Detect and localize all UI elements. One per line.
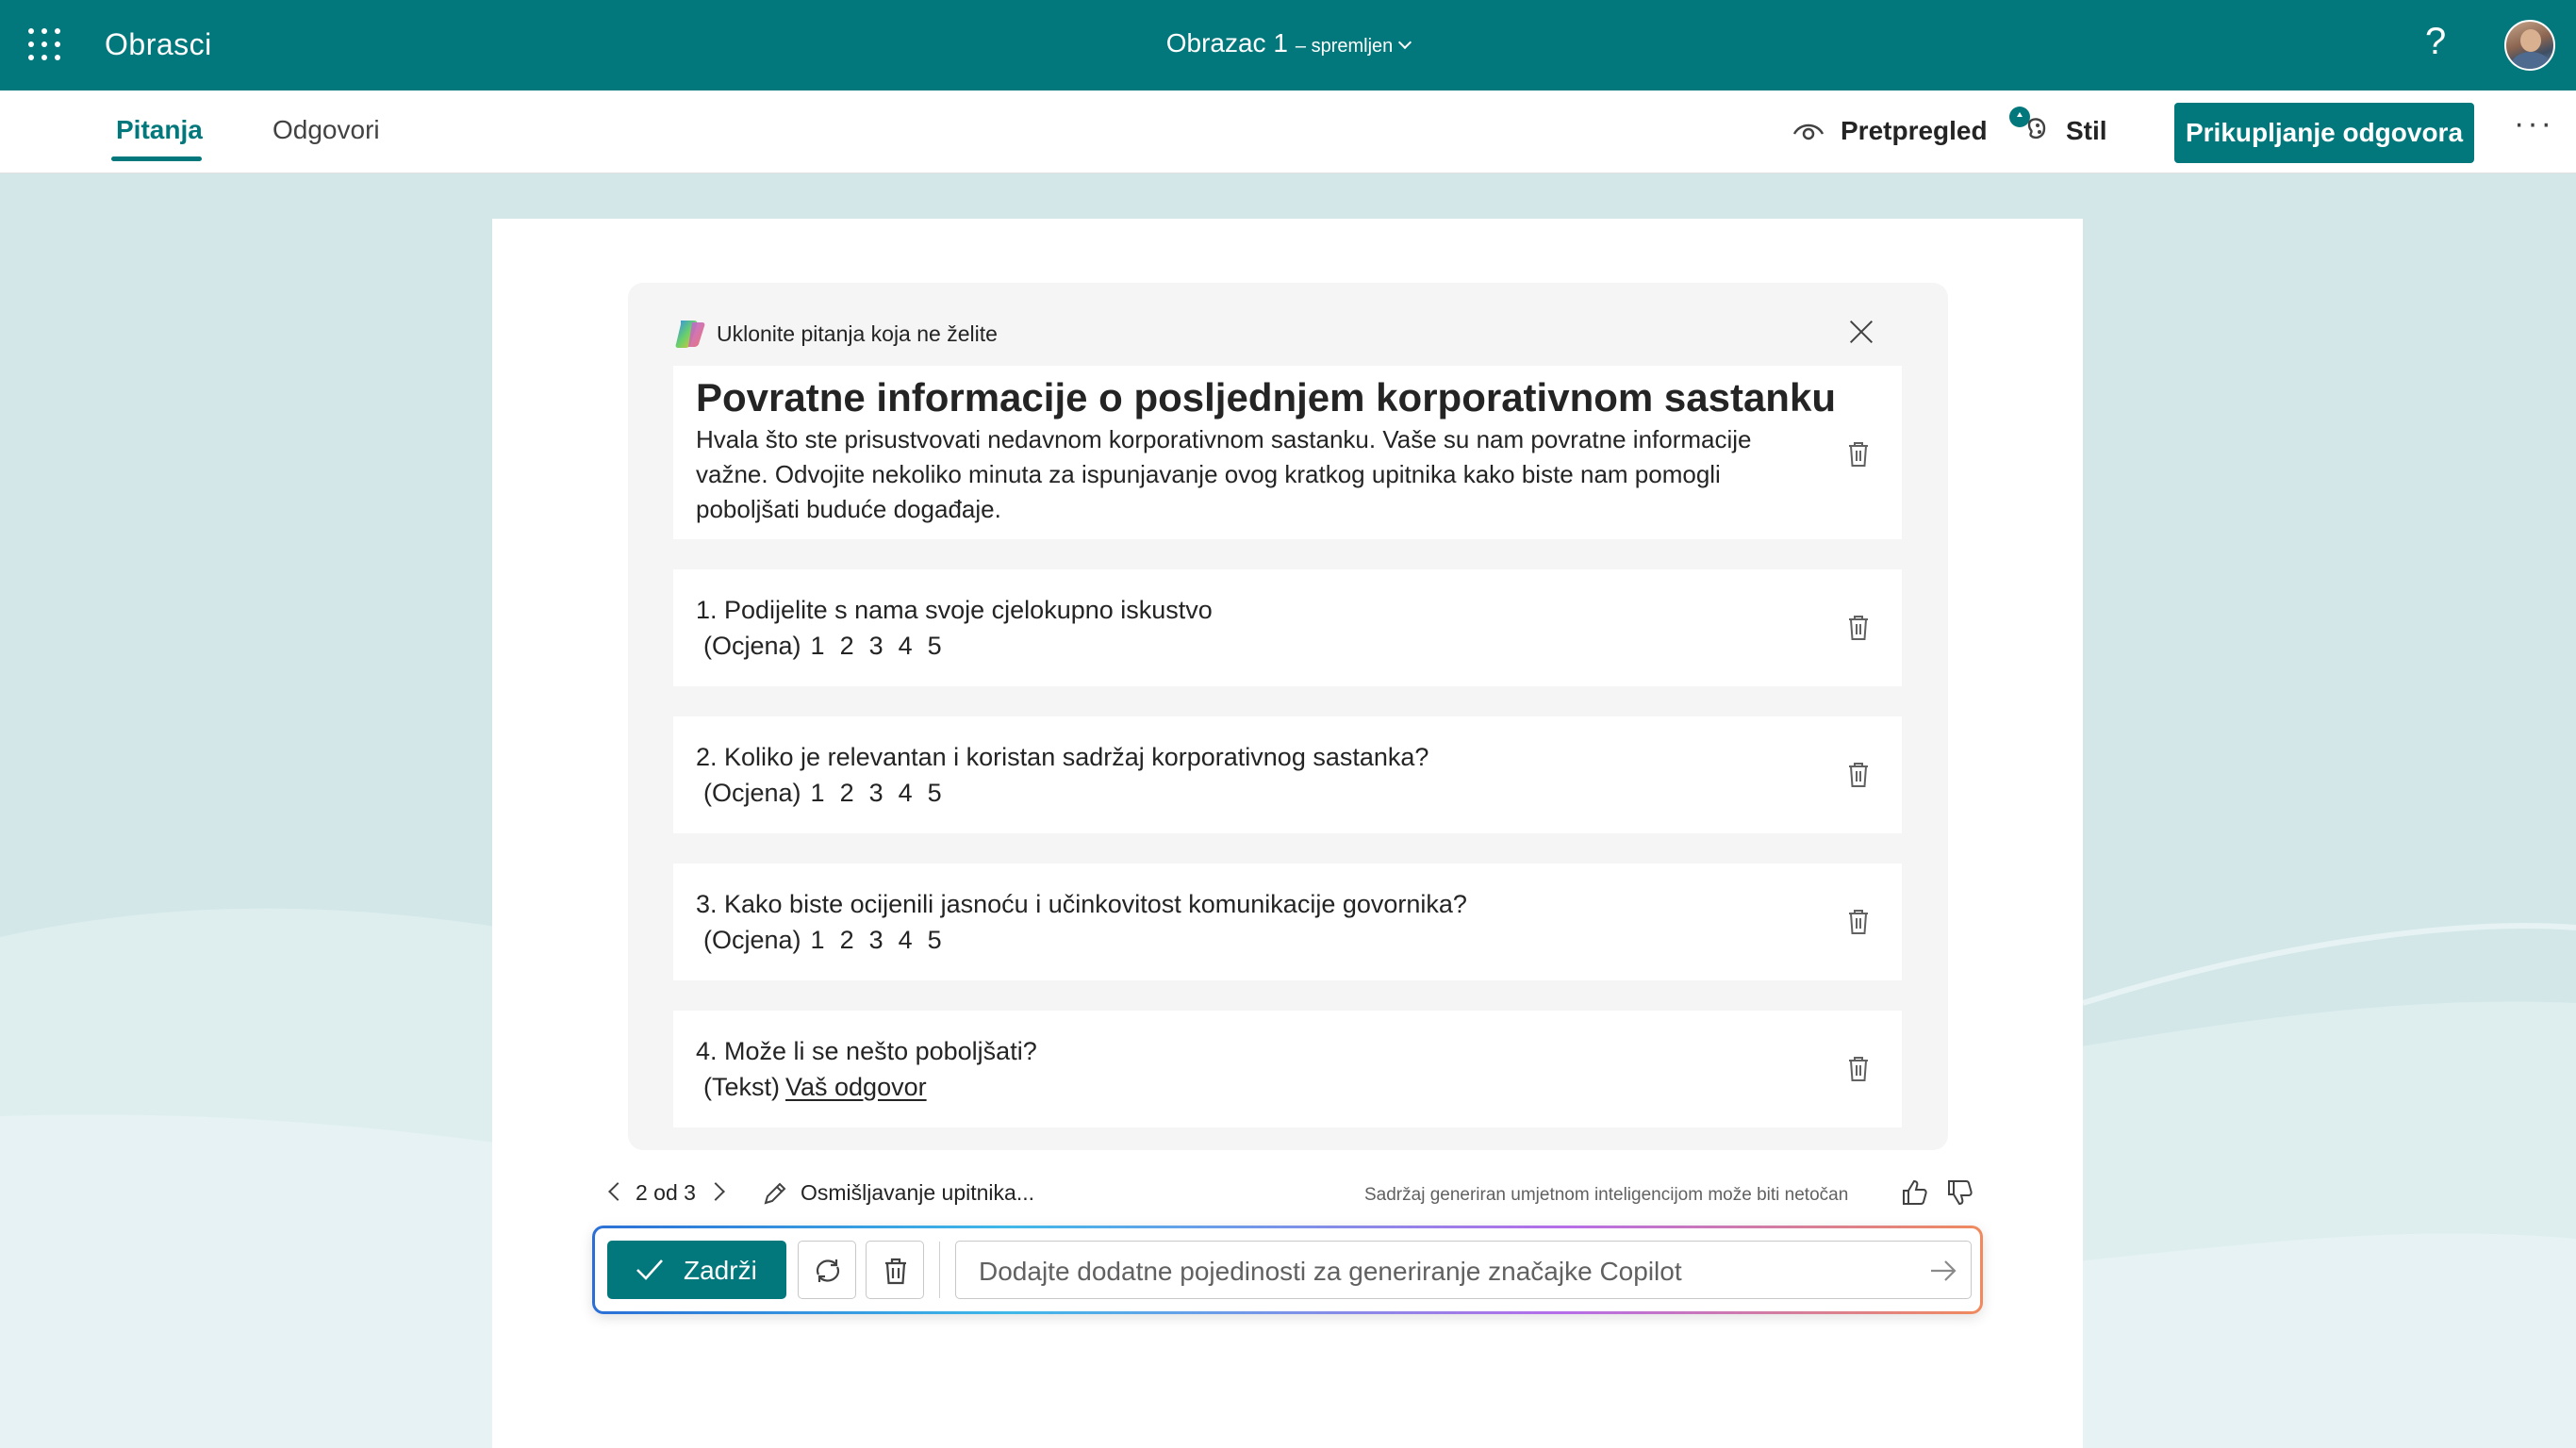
preview-button[interactable]: Pretpregled: [1841, 116, 1988, 146]
rating-option: 5: [927, 779, 942, 807]
copilot-header: Uklonite pitanja koja ne želite: [673, 317, 998, 351]
palette-icon[interactable]: [2006, 106, 2052, 145]
checkmark-icon: [636, 1259, 663, 1280]
eye-icon[interactable]: [1792, 121, 1825, 141]
question-text: 4. Može li se nešto poboljšati?: [696, 1037, 1037, 1065]
more-options-icon[interactable]: ···: [2514, 106, 2554, 142]
question-type-row: (Ocjena) 1 2 3 4 5: [703, 926, 942, 955]
question-type-label: (Ocjena): [703, 632, 801, 660]
thumbs-down-icon[interactable]: [1946, 1178, 1974, 1207]
question-type-row: (Tekst) Vaš odgovor: [703, 1073, 927, 1102]
prompt-placeholder: Dodajte dodatne pojedinosti za generiran…: [979, 1257, 1682, 1286]
question-type-label: (Ocjena): [703, 926, 801, 954]
document-title-text: Obrazac 1: [1165, 28, 1288, 58]
regenerate-button[interactable]: [798, 1241, 856, 1299]
style-button[interactable]: Stil: [2066, 116, 2107, 146]
send-arrow-icon[interactable]: [1929, 1259, 1957, 1283]
collect-responses-button[interactable]: Prikupljanje odgovora: [2174, 103, 2474, 163]
form-toolbar: Pitanja Odgovori Pretpregled Stil Prikup…: [0, 90, 2576, 173]
copilot-compose-bar: Zadrži Dodajte dodatne pojedinosti za ge…: [592, 1226, 1983, 1314]
rating-option: 5: [927, 632, 942, 660]
active-tab-indicator: [111, 156, 202, 161]
rating-option: 1: [810, 926, 825, 954]
discard-button[interactable]: [866, 1241, 924, 1299]
compose-inner: Zadrži Dodajte dodatne pojedinosti za ge…: [595, 1228, 1980, 1311]
question-type-label: (Ocjena): [703, 779, 801, 807]
question-item: 2. Koliko je relevantan i koristan sadrž…: [673, 716, 1902, 833]
answer-placeholder: Vaš odgovor: [785, 1073, 927, 1101]
app-header: Obrasci Obrazac 1– spremljen ?: [0, 0, 2576, 90]
copilot-logo-icon: [675, 321, 705, 348]
trash-icon[interactable]: [1847, 615, 1870, 641]
tab-questions[interactable]: Pitanja: [116, 115, 203, 145]
trash-icon[interactable]: [1847, 909, 1870, 935]
question-text: 1. Podijelite s nama svoje cjelokupno is…: [696, 596, 1213, 624]
divider: [939, 1242, 940, 1298]
question-text: 2. Koliko je relevantan i koristan sadrž…: [696, 743, 1429, 771]
question-type-row: (Ocjena) 1 2 3 4 5: [703, 632, 942, 661]
pencil-icon: [764, 1182, 786, 1205]
rating-option: 2: [839, 632, 854, 660]
form-header-item: Povratne informacije o posljednjem korpo…: [673, 366, 1902, 539]
trash-icon[interactable]: [1847, 762, 1870, 788]
keep-button-label: Zadrži: [684, 1256, 757, 1285]
question-item: 4. Može li se nešto poboljšati? (Tekst) V…: [673, 1011, 1902, 1127]
rating-option: 3: [868, 779, 883, 807]
trash-icon[interactable]: [1847, 1056, 1870, 1082]
question-item: 3. Kako biste ocijenili jasnoću i učinko…: [673, 864, 1902, 980]
rating-option: 3: [868, 926, 883, 954]
form-description: Hvala što ste prisustvovati nedavnom kor…: [696, 425, 1752, 523]
rating-option: 5: [927, 926, 942, 954]
rating-option: 4: [898, 779, 913, 807]
copilot-prompt-input[interactable]: Dodajte dodatne pojedinosti za generiran…: [955, 1241, 1972, 1299]
rating-option: 3: [868, 632, 883, 660]
pagination-label: 2 od 3: [636, 1180, 696, 1205]
question-type-row: (Ocjena) 1 2 3 4 5: [703, 779, 942, 808]
copilot-header-text: Uklonite pitanja koja ne želite: [717, 321, 998, 346]
question-item: 1. Podijelite s nama svoje cjelokupno is…: [673, 569, 1902, 686]
document-status: – spremljen: [1295, 36, 1394, 57]
close-icon[interactable]: [1848, 319, 1874, 345]
rating-option: 2: [839, 926, 854, 954]
rating-option: 4: [898, 926, 913, 954]
document-title[interactable]: Obrazac 1 – spremljen: [0, 28, 2576, 58]
question-type-label: (Tekst): [703, 1073, 780, 1101]
chevron-down-icon: [1398, 35, 1412, 50]
help-icon[interactable]: ?: [2425, 21, 2446, 63]
rating-option: 1: [810, 632, 825, 660]
keep-button[interactable]: Zadrži: [607, 1241, 786, 1299]
trash-icon[interactable]: [1847, 441, 1870, 468]
question-text: 3. Kako biste ocijenili jasnoću i učinko…: [696, 890, 1467, 918]
form-title: Povratne informacije o posljednjem korpo…: [696, 375, 1836, 420]
rating-option: 1: [810, 779, 825, 807]
rating-option: 4: [898, 632, 913, 660]
thumbs-up-icon[interactable]: [1901, 1178, 1929, 1207]
avatar[interactable]: [2504, 20, 2555, 71]
rating-option: 2: [839, 779, 854, 807]
generation-status: Osmišljavanje upitnika...: [801, 1180, 1034, 1205]
trash-icon: [885, 1258, 906, 1285]
refresh-icon: [816, 1259, 840, 1282]
tab-responses[interactable]: Odgovori: [272, 115, 380, 145]
ai-disclaimer: Sadržaj generiran umjetnom inteligencijo…: [1364, 1185, 1849, 1205]
